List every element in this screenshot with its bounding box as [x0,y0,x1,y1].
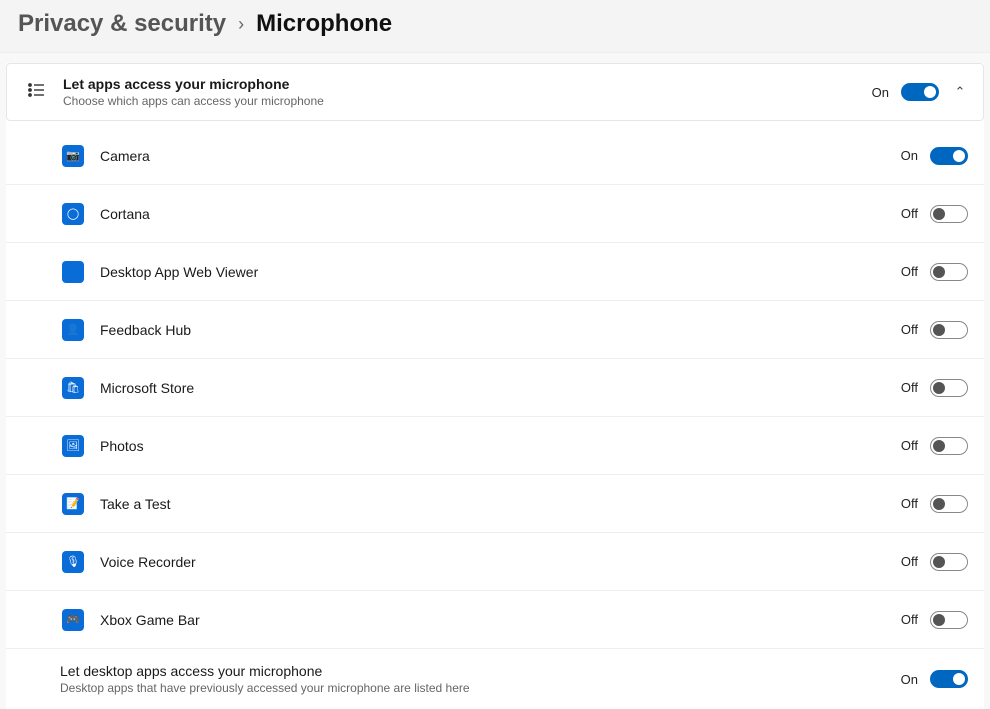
app-row: 👤 Feedback HubOff [6,301,984,359]
breadcrumb: Privacy & security › Microphone [18,10,972,38]
breadcrumb-current: Microphone [256,10,392,38]
app-icon: 👤 [62,319,84,341]
app-icon: 🛍 [62,377,84,399]
app-toggle[interactable] [930,263,968,281]
app-toggle[interactable] [930,379,968,397]
desktop-apps-subtitle: Desktop apps that have previously access… [60,681,892,695]
chevron-up-icon[interactable]: ⌃ [953,84,967,100]
app-icon: 🎮 [62,609,84,631]
app-state-text: Off [892,206,918,221]
app-row: ◯ CortanaOff [6,185,984,243]
let-desktop-apps-row[interactable]: Let desktop apps access your microphone … [6,649,984,709]
app-row: 🛍 Microsoft StoreOff [6,359,984,417]
app-row: 🎮 Xbox Game BarOff [6,591,984,649]
app-row: 🖼 PhotosOff [6,417,984,475]
app-row: Desktop App Web ViewerOff [6,243,984,301]
breadcrumb-parent[interactable]: Privacy & security [18,10,226,38]
app-name: Xbox Game Bar [100,612,892,628]
app-toggle[interactable] [930,437,968,455]
app-toggle[interactable] [930,147,968,165]
app-name: Voice Recorder [100,554,892,570]
app-state-text: Off [892,496,918,511]
app-state-text: Off [892,438,918,453]
app-row: 📝 Take a TestOff [6,475,984,533]
app-row: 📷 CameraOn [6,127,984,185]
app-name: Photos [100,438,892,454]
app-name: Microsoft Store [100,380,892,396]
app-list-icon [27,81,45,104]
app-icon [62,261,84,283]
settings-panel: Let apps access your microphone Choose w… [6,63,984,709]
app-icon: 📷 [62,145,84,167]
app-name: Desktop App Web Viewer [100,264,892,280]
app-icon: ◯ [62,203,84,225]
app-state-text: Off [892,554,918,569]
master-state-text: On [863,85,889,100]
app-name: Cortana [100,206,892,222]
app-name: Feedback Hub [100,322,892,338]
desktop-apps-state-text: On [892,672,918,687]
app-name: Camera [100,148,892,164]
app-toggle[interactable] [930,553,968,571]
app-state-text: Off [892,612,918,627]
master-title: Let apps access your microphone [63,76,863,92]
app-toggle[interactable] [930,495,968,513]
page-header: Privacy & security › Microphone [0,0,990,53]
app-state-text: Off [892,322,918,337]
app-icon: 🎙 [62,551,84,573]
master-toggle[interactable] [901,83,939,101]
desktop-apps-toggle[interactable] [930,670,968,688]
chevron-right-icon: › [238,14,244,35]
app-icon: 🖼 [62,435,84,457]
let-apps-access-row[interactable]: Let apps access your microphone Choose w… [6,63,984,121]
app-toggle[interactable] [930,611,968,629]
app-state-text: Off [892,380,918,395]
app-state-text: On [892,148,918,163]
app-state-text: Off [892,264,918,279]
master-subtitle: Choose which apps can access your microp… [63,94,863,108]
app-name: Take a Test [100,496,892,512]
app-toggle[interactable] [930,205,968,223]
desktop-apps-title: Let desktop apps access your microphone [60,663,892,679]
app-toggle[interactable] [930,321,968,339]
app-row: 🎙 Voice RecorderOff [6,533,984,591]
app-icon: 📝 [62,493,84,515]
